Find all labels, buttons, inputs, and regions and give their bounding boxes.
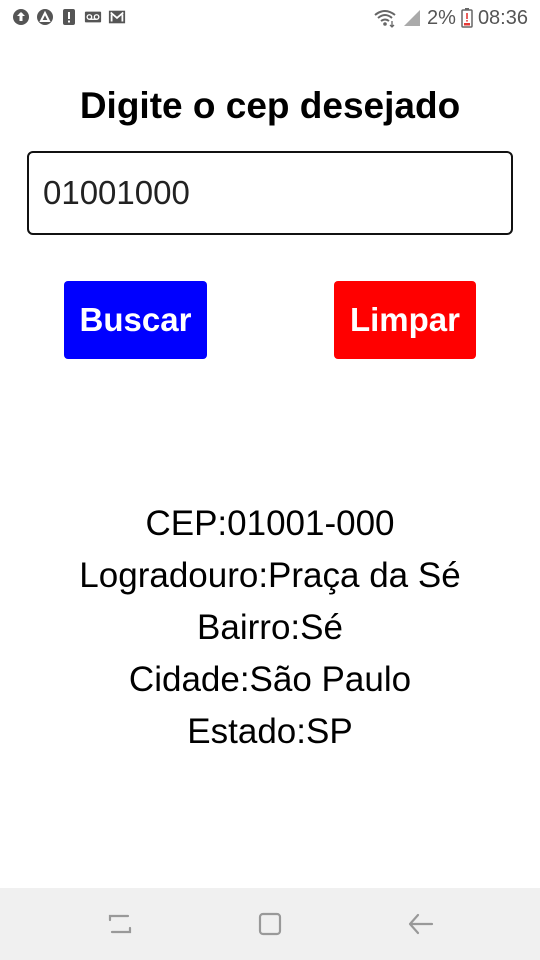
wifi-icon (373, 9, 397, 28)
page-title: Digite o cep desejado (79, 85, 461, 126)
result-cep: CEP:01001-000 (145, 504, 395, 543)
recents-icon[interactable] (104, 908, 136, 940)
back-icon[interactable] (404, 908, 436, 940)
result-estado: Estado:SP (187, 712, 353, 751)
result-logradouro: Logradouro:Praça da Sé (79, 556, 461, 595)
home-icon[interactable] (254, 908, 286, 940)
cep-input[interactable] (27, 151, 513, 235)
battery-percent: 2% (427, 7, 456, 29)
signal-icon (402, 9, 422, 27)
clock: 08:36 (477, 7, 528, 29)
system-indicators: 2% 08:36 (373, 6, 528, 30)
status-bar: 2% 08:36 (0, 0, 540, 38)
alert-icon (60, 8, 78, 26)
result-bairro: Bairro:Sé (197, 608, 343, 647)
navigation-bar (0, 888, 540, 960)
gmail-icon (108, 8, 126, 26)
notification-icons (12, 8, 126, 26)
search-button[interactable]: Buscar (64, 281, 207, 359)
clear-button[interactable]: Limpar (334, 281, 476, 359)
battery-icon (461, 8, 473, 28)
upload-icon (12, 8, 30, 26)
app-icon (36, 8, 54, 26)
voicemail-icon (84, 8, 102, 26)
result-cidade: Cidade:São Paulo (128, 660, 412, 699)
address-result: CEP:01001-000 Logradouro:Praça da Sé Bai… (0, 498, 540, 758)
